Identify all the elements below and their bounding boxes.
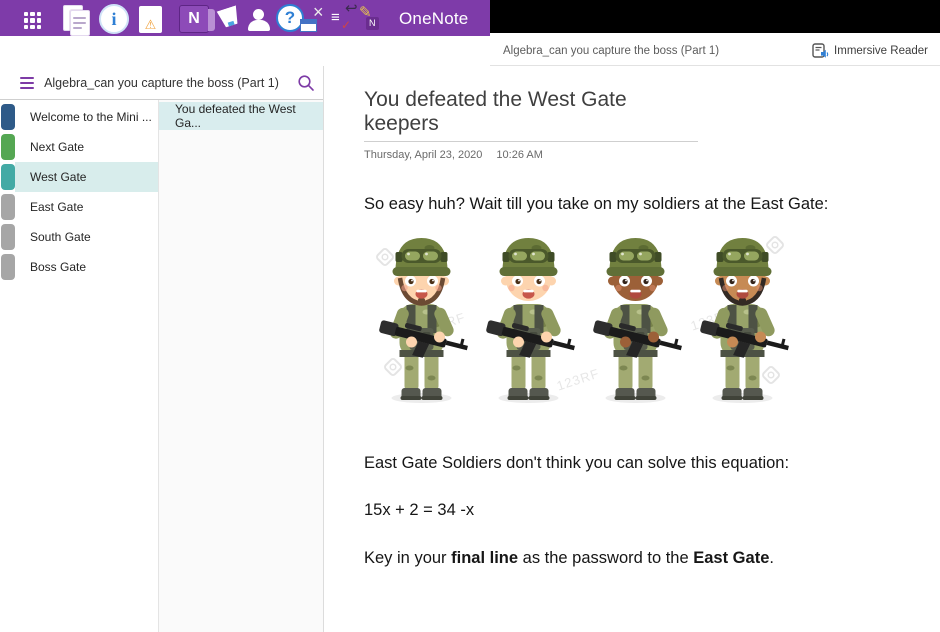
p3-bold-east-gate: East Gate <box>693 549 769 567</box>
app-launcher-icon[interactable] <box>24 12 41 29</box>
soldier-illustration <box>584 226 687 406</box>
divider <box>490 65 940 66</box>
note-equation[interactable]: 15x + 2 = 34 -x <box>364 501 940 520</box>
page-title[interactable]: You defeated the West Gate keepers <box>364 88 698 142</box>
command-bar: Algebra_can you capture the boss (Part 1… <box>0 36 940 66</box>
section-label: Boss Gate <box>30 260 86 274</box>
notebook-title: Algebra_can you capture the boss (Part 1… <box>44 76 279 90</box>
copy-document-icon[interactable] <box>63 5 91 36</box>
immersive-reader-button[interactable]: Immersive Reader <box>812 36 928 66</box>
pages-list: You defeated the West Ga... <box>158 100 323 632</box>
page-time: 10:26 AM <box>496 149 542 161</box>
note-paragraph[interactable]: East Gate Soldiers don't think you can s… <box>364 454 940 473</box>
section-label: Next Gate <box>30 140 84 154</box>
document-title: Algebra_can you capture the boss (Part 1… <box>503 45 719 57</box>
search-icon[interactable] <box>297 74 315 92</box>
section-label: Welcome to the Mini ... <box>30 110 152 124</box>
sidebar-item-south-gate[interactable]: South Gate <box>15 222 158 252</box>
soldiers-row <box>370 226 794 406</box>
p3-prefix: Key in your <box>364 549 451 567</box>
section-color-tab[interactable] <box>1 164 15 190</box>
support-person-icon[interactable] <box>248 9 270 31</box>
sidebar-item-boss-gate[interactable]: Boss Gate <box>15 252 158 282</box>
soldier-illustration <box>370 226 473 406</box>
hamburger-menu-icon[interactable] <box>20 77 34 92</box>
browser-chrome-strip <box>490 0 940 33</box>
mini-onenote-icon[interactable]: N <box>366 17 379 30</box>
section-color-tab[interactable] <box>1 134 15 160</box>
page-timestamp: Thursday, April 23, 2020 10:26 AM <box>364 149 940 161</box>
page-list-item[interactable]: You defeated the West Ga... <box>159 102 323 130</box>
sidebar-item-west-gate[interactable]: West Gate <box>15 162 158 192</box>
section-color-tab[interactable] <box>1 104 15 130</box>
sidebar-item-next-gate[interactable]: Next Gate <box>15 132 158 162</box>
close-icon[interactable]: × <box>313 3 324 21</box>
check-icon[interactable]: ✓ <box>341 19 351 31</box>
page-label: You defeated the West Ga... <box>175 102 323 130</box>
page-date: Thursday, April 23, 2020 <box>364 149 482 161</box>
section-label: West Gate <box>30 170 86 184</box>
onenote-logo-icon[interactable]: N <box>179 5 209 33</box>
notebook-header: Algebra_can you capture the boss (Part 1… <box>0 66 323 100</box>
sidebar-item-east-gate[interactable]: East Gate <box>15 192 158 222</box>
section-label: East Gate <box>30 200 83 214</box>
list-icon[interactable]: ≡ <box>331 10 340 25</box>
section-color-tab[interactable] <box>1 194 15 220</box>
section-color-tab[interactable] <box>1 224 15 250</box>
p3-middle: as the password to the <box>518 549 693 567</box>
soldier-illustration <box>477 226 580 406</box>
app-name-label: OneNote <box>399 9 468 29</box>
top-app-bar: i ⚠ N ? × ≡ ↩ ✓ ✎ N OneNote <box>0 0 940 36</box>
note-canvas[interactable]: You defeated the West Gate keepers Thurs… <box>324 66 940 632</box>
info-icon[interactable]: i <box>99 4 129 34</box>
sections-list: Welcome to the Mini ... Next Gate West G… <box>0 100 158 632</box>
section-color-tab[interactable] <box>1 254 15 280</box>
note-paragraph[interactable]: So easy huh? Wait till you take on my so… <box>364 195 940 214</box>
sidebar-item-welcome[interactable]: Welcome to the Mini ... <box>15 102 158 132</box>
document-warning-icon[interactable]: ⚠ <box>139 6 162 33</box>
immersive-reader-label: Immersive Reader <box>834 45 928 57</box>
immersive-reader-icon <box>812 43 829 59</box>
purple-app-bar: i ⚠ N ? × ≡ ↩ ✓ ✎ N OneNote <box>0 0 490 36</box>
soldiers-image[interactable]: 123RF 123RF 123RF <box>364 224 801 409</box>
note-paragraph[interactable]: Key in your final line as the password t… <box>364 549 940 568</box>
paint-bucket-icon[interactable] <box>215 5 243 30</box>
notebook-sidebar: Algebra_can you capture the boss (Part 1… <box>0 66 324 632</box>
p3-suffix: . <box>769 549 774 567</box>
soldier-illustration <box>691 226 794 406</box>
undo-icon[interactable]: ↩ <box>345 1 358 16</box>
section-label: South Gate <box>30 230 91 244</box>
p3-bold-final-line: final line <box>451 549 518 567</box>
